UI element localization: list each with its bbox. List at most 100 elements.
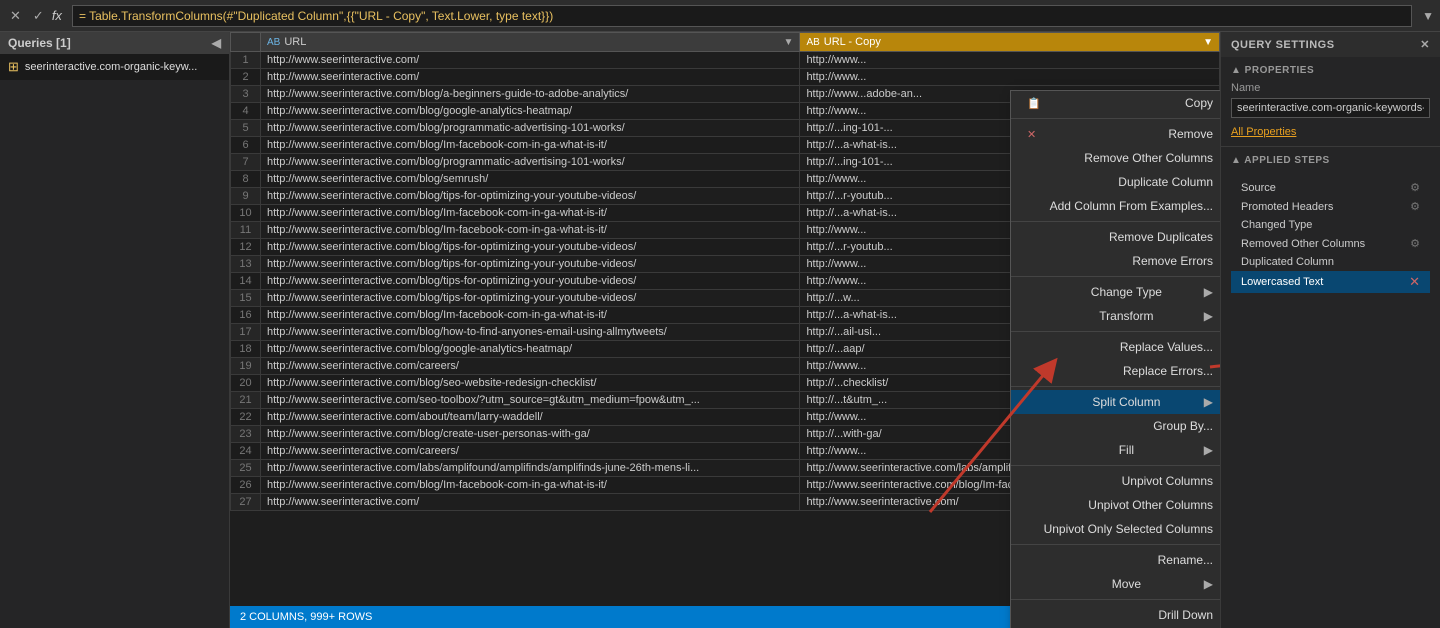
ctx-item-unpivot-cols[interactable]: Unpivot Columns bbox=[1011, 469, 1220, 493]
qs-close-btn[interactable]: ✕ bbox=[1420, 38, 1430, 51]
row-num: 19 bbox=[231, 358, 261, 375]
ctx-item-unpivot-other[interactable]: Unpivot Other Columns bbox=[1011, 493, 1220, 517]
qs-name-input[interactable] bbox=[1231, 98, 1430, 118]
row-num: 24 bbox=[231, 443, 261, 460]
ctx-item-remove-dups[interactable]: Remove Duplicates bbox=[1011, 225, 1220, 249]
ctx-label-transform: Transform bbox=[1099, 309, 1153, 323]
formula-dropdown-icon[interactable]: ▼ bbox=[1422, 9, 1434, 23]
step-item-duplicated-col[interactable]: Duplicated Column bbox=[1231, 253, 1430, 271]
url-cell: http://www.seerinteractive.com/blog/tips… bbox=[261, 290, 800, 307]
ctx-label-split-column: Split Column bbox=[1092, 395, 1160, 409]
url-cell: http://www.seerinteractive.com/blog/Im-f… bbox=[261, 477, 800, 494]
step-delete-icon[interactable]: ✕ bbox=[1409, 274, 1420, 290]
submenu-arrow-icon: ▶ bbox=[1204, 443, 1213, 457]
submenu-arrow-icon: ▶ bbox=[1204, 395, 1213, 409]
col-url-copy-label: URL - Copy bbox=[824, 36, 881, 48]
ctx-item-remove[interactable]: ✕Remove bbox=[1011, 122, 1220, 146]
row-num: 18 bbox=[231, 341, 261, 358]
row-num: 27 bbox=[231, 494, 261, 511]
ctx-item-add-col-examples[interactable]: Add Column From Examples... bbox=[1011, 194, 1220, 218]
queries-collapse-icon[interactable]: ◀ bbox=[212, 36, 221, 50]
query-item[interactable]: ⊞ seerinteractive.com-organic-keyw... bbox=[0, 54, 229, 80]
main-layout: Queries [1] ◀ ⊞ seerinteractive.com-orga… bbox=[0, 32, 1440, 628]
col-url-header[interactable]: ABURL ▼ bbox=[261, 33, 800, 52]
ctx-item-move[interactable]: Move▶ bbox=[1011, 572, 1220, 596]
url-cell: http://www.seerinteractive.com/blog/goog… bbox=[261, 341, 800, 358]
ctx-item-replace-values[interactable]: Replace Values... bbox=[1011, 335, 1220, 359]
ctx-separator bbox=[1011, 118, 1220, 119]
url-copy-type-icon: AB bbox=[806, 37, 819, 48]
applied-steps-label: ▲ APPLIED STEPS bbox=[1231, 155, 1430, 166]
ctx-label-drill-down: Drill Down bbox=[1158, 608, 1213, 622]
ctx-label-copy: Copy bbox=[1185, 96, 1213, 110]
url-type-icon: AB bbox=[267, 37, 280, 48]
all-properties-link[interactable]: All Properties bbox=[1231, 126, 1296, 138]
row-num: 21 bbox=[231, 392, 261, 409]
ctx-item-transform[interactable]: Transform▶ bbox=[1011, 304, 1220, 328]
ctx-item-fill[interactable]: Fill▶ bbox=[1011, 438, 1220, 462]
row-num: 15 bbox=[231, 290, 261, 307]
ctx-label-replace-values: Replace Values... bbox=[1120, 340, 1213, 354]
submenu-arrow-icon: ▶ bbox=[1204, 285, 1213, 299]
url-cell: http://www.seerinteractive.com/careers/ bbox=[261, 443, 800, 460]
query-item-label: seerinteractive.com-organic-keyw... bbox=[25, 61, 197, 73]
step-gear-icon[interactable]: ⚙ bbox=[1410, 181, 1420, 194]
applied-steps-list: Source⚙Promoted Headers⚙ Changed Type Remo… bbox=[1231, 172, 1430, 299]
ctx-separator bbox=[1011, 386, 1220, 387]
ctx-label-unpivot-other: Unpivot Other Columns bbox=[1088, 498, 1213, 512]
url-cell: http://www.seerinteractive.com/blog/how-… bbox=[261, 324, 800, 341]
ctx-item-rename[interactable]: Rename... bbox=[1011, 548, 1220, 572]
ctx-item-drill-down[interactable]: Drill Down bbox=[1011, 603, 1220, 627]
url-copy-cell: http://www... bbox=[800, 52, 1220, 69]
url-cell: http://www.seerinteractive.com/ bbox=[261, 52, 800, 69]
step-item-removed-other-cols[interactable]: Removed Other Columns⚙ bbox=[1231, 234, 1430, 253]
url-filter-btn[interactable]: ▼ bbox=[784, 37, 794, 48]
ctx-item-remove-other-cols[interactable]: Remove Other Columns bbox=[1011, 146, 1220, 170]
copy-icon: 📋 bbox=[1027, 97, 1043, 110]
url-cell: http://www.seerinteractive.com/blog/Im-f… bbox=[261, 222, 800, 239]
status-left: 2 COLUMNS, 999+ ROWS bbox=[240, 611, 372, 623]
url-cell: http://www.seerinteractive.com/blog/semr… bbox=[261, 171, 800, 188]
ctx-separator bbox=[1011, 276, 1220, 277]
row-num: 8 bbox=[231, 171, 261, 188]
ctx-item-group-by[interactable]: Group By... bbox=[1011, 414, 1220, 438]
formula-input[interactable] bbox=[72, 5, 1412, 27]
query-settings-panel: QUERY SETTINGS ✕ ▲ PROPERTIES Name All P… bbox=[1220, 32, 1440, 628]
step-item-source[interactable]: Source⚙ bbox=[1231, 178, 1430, 197]
step-label-duplicated-col: Duplicated Column bbox=[1241, 256, 1334, 268]
url-copy-filter-btn[interactable]: ▼ bbox=[1203, 37, 1213, 48]
step-item-changed-type[interactable]: Changed Type bbox=[1231, 216, 1430, 234]
fx-label: fx bbox=[52, 8, 62, 23]
ctx-label-remove-other-cols: Remove Other Columns bbox=[1084, 151, 1213, 165]
ctx-item-change-type[interactable]: Change Type▶ bbox=[1011, 280, 1220, 304]
step-gear-icon[interactable]: ⚙ bbox=[1410, 237, 1420, 250]
ctx-item-duplicate-col[interactable]: Duplicate Column bbox=[1011, 170, 1220, 194]
url-cell: http://www.seerinteractive.com/blog/tips… bbox=[261, 273, 800, 290]
table-row: 2 http://www.seerinteractive.com/ http:/… bbox=[231, 69, 1220, 86]
ctx-label-move: Move bbox=[1112, 577, 1141, 591]
ctx-separator bbox=[1011, 599, 1220, 600]
ctx-item-remove-errors[interactable]: Remove Errors bbox=[1011, 249, 1220, 273]
step-item-lowercased-text[interactable]: Lowercased Text✕ bbox=[1231, 271, 1430, 293]
ctx-label-unpivot-cols: Unpivot Columns bbox=[1122, 474, 1213, 488]
qs-properties-label: ▲ PROPERTIES bbox=[1231, 65, 1430, 76]
ctx-label-rename: Rename... bbox=[1158, 553, 1213, 567]
step-label-changed-type: Changed Type bbox=[1241, 219, 1312, 231]
url-cell: http://www.seerinteractive.com/labs/ampl… bbox=[261, 460, 800, 477]
confirm-formula-icon[interactable]: ✓ bbox=[29, 6, 48, 26]
qs-steps-section: ▲ APPLIED STEPS Source⚙Promoted Headers⚙… bbox=[1221, 147, 1440, 628]
ctx-separator bbox=[1011, 331, 1220, 332]
col-url-copy-header[interactable]: AB URL - Copy ▼ bbox=[800, 33, 1220, 52]
qs-header: QUERY SETTINGS ✕ bbox=[1221, 32, 1440, 57]
ctx-item-replace-errors[interactable]: Replace Errors... bbox=[1011, 359, 1220, 383]
ctx-item-unpivot-selected[interactable]: Unpivot Only Selected Columns bbox=[1011, 517, 1220, 541]
row-num: 13 bbox=[231, 256, 261, 273]
step-gear-icon[interactable]: ⚙ bbox=[1410, 200, 1420, 213]
queries-title: Queries [1] bbox=[8, 36, 71, 50]
row-num: 1 bbox=[231, 52, 261, 69]
ctx-label-remove-errors: Remove Errors bbox=[1132, 254, 1213, 268]
step-item-promoted-headers[interactable]: Promoted Headers⚙ bbox=[1231, 197, 1430, 216]
ctx-item-copy[interactable]: 📋 Copy bbox=[1011, 91, 1220, 115]
close-formula-icon[interactable]: ✕ bbox=[6, 6, 25, 26]
ctx-item-split-column[interactable]: Split Column ▶ bbox=[1011, 390, 1220, 414]
